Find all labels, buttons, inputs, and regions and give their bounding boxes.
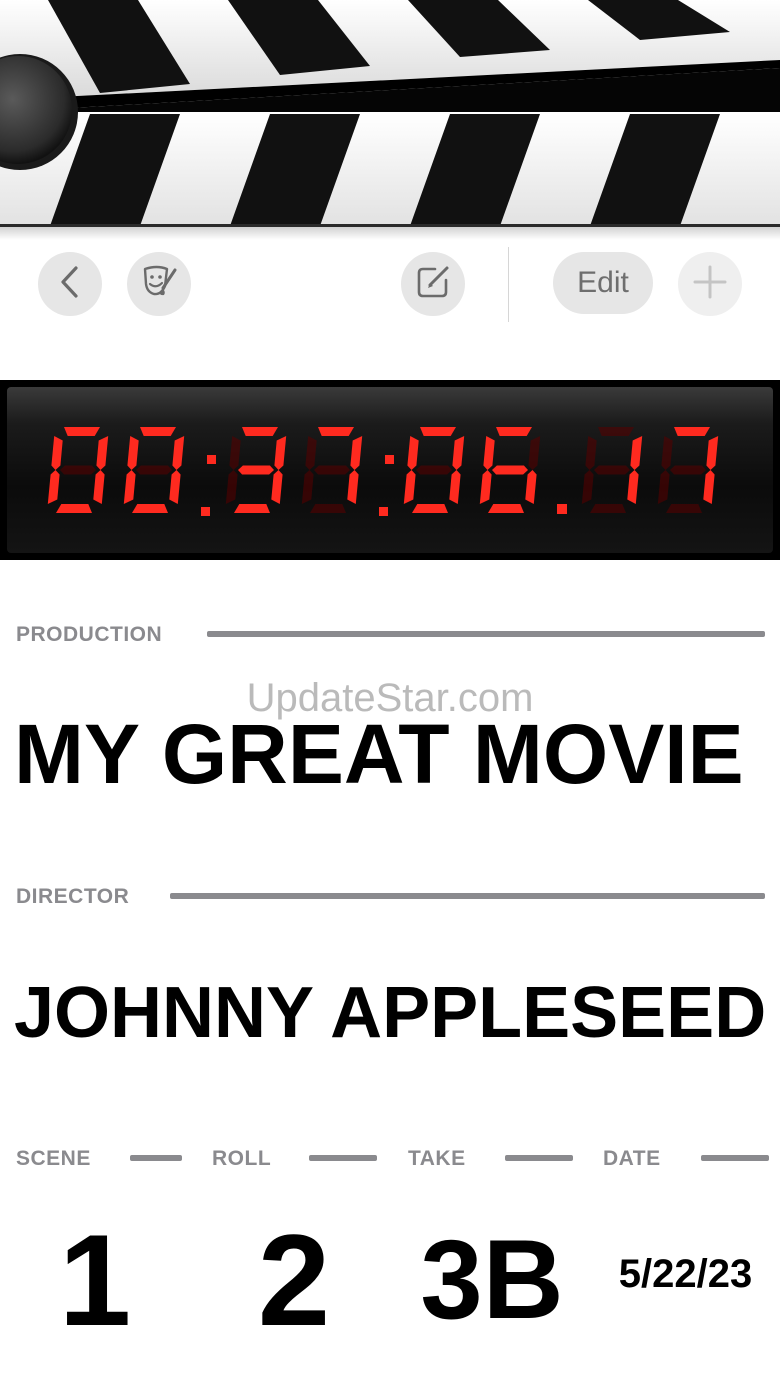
timecode-segment xyxy=(403,470,416,504)
production-rule xyxy=(207,631,765,637)
scene-value[interactable]: 1 xyxy=(40,1205,150,1355)
timecode-segment xyxy=(51,436,63,470)
timecode-segment xyxy=(585,436,597,470)
scene-label: SCENE xyxy=(16,1147,91,1170)
timecode-segment xyxy=(449,470,461,504)
timecode-segment xyxy=(627,470,639,504)
timecode-colon xyxy=(207,455,216,464)
plus-icon xyxy=(692,264,728,305)
timecode-segment xyxy=(350,436,363,470)
take-label: TAKE xyxy=(408,1147,466,1170)
timecode-segment xyxy=(670,465,706,475)
timecode-segment xyxy=(412,504,448,513)
timecode-segment xyxy=(598,427,634,436)
timecode-segment xyxy=(703,470,715,504)
timecode-segment xyxy=(594,465,630,475)
timecode-segment xyxy=(172,436,185,470)
take-value[interactable]: 3B xyxy=(412,1215,572,1344)
timecode-segment xyxy=(60,465,96,475)
timecode-segment xyxy=(242,427,278,436)
toolbar-divider xyxy=(508,247,509,322)
timecode-colon xyxy=(201,507,210,516)
timecode-segment xyxy=(492,465,528,475)
timecode-segment xyxy=(96,436,109,470)
roll-value[interactable]: 2 xyxy=(236,1205,352,1355)
timecode-segment xyxy=(271,470,283,504)
timecode-segment xyxy=(318,427,354,436)
timecode-colon xyxy=(385,455,394,464)
timecode-segment xyxy=(407,436,419,470)
timecode-segment xyxy=(234,504,270,513)
timecode-segment xyxy=(488,504,524,513)
chevron-left-icon xyxy=(55,264,85,305)
roll-label: ROLL xyxy=(212,1147,272,1170)
timecode-segment xyxy=(47,470,60,504)
scene-rule xyxy=(130,1155,182,1161)
compose-button[interactable] xyxy=(401,252,465,316)
director-label: DIRECTOR xyxy=(16,885,130,908)
roll-rule xyxy=(309,1155,377,1161)
date-label: DATE xyxy=(603,1147,661,1170)
timecode-segment xyxy=(132,504,168,513)
timecode-segment xyxy=(483,436,495,470)
timecode-segment xyxy=(64,427,100,436)
timecode-segment xyxy=(496,427,532,436)
timecode-segment xyxy=(528,436,541,470)
timecode-segment xyxy=(661,436,673,470)
production-value[interactable]: MY GREAT MOVIE xyxy=(14,706,744,803)
timecode-dot xyxy=(557,504,567,514)
theme-button[interactable] xyxy=(127,252,191,316)
clapperboard-header xyxy=(0,0,780,240)
date-value[interactable]: 5/22/23 xyxy=(608,1252,763,1297)
timecode-segment xyxy=(314,465,350,475)
timecode-segment xyxy=(93,470,105,504)
timecode-segment xyxy=(229,436,241,470)
timecode-colon xyxy=(379,507,388,516)
timecode-segment xyxy=(136,465,172,475)
timecode-segment xyxy=(581,470,594,504)
production-label: PRODUCTION xyxy=(16,623,163,646)
timecode-segment xyxy=(305,436,317,470)
timecode-segment xyxy=(420,427,456,436)
timecode-segment xyxy=(590,504,626,513)
director-rule xyxy=(170,893,765,899)
timecode-segment xyxy=(630,436,643,470)
timecode-segment xyxy=(525,470,537,504)
timecode-segment xyxy=(238,465,274,475)
back-button[interactable] xyxy=(38,252,102,316)
timecode-panel xyxy=(7,387,773,553)
take-rule xyxy=(505,1155,573,1161)
date-rule xyxy=(701,1155,769,1161)
timecode-segment xyxy=(310,504,346,513)
timecode-display xyxy=(0,380,780,560)
timecode-segment xyxy=(674,427,710,436)
timecode-segment xyxy=(657,470,670,504)
timecode-segment xyxy=(452,436,465,470)
timecode-segment xyxy=(169,470,181,504)
timecode-segment xyxy=(416,465,452,475)
timecode-segment xyxy=(347,470,359,504)
timecode-segment xyxy=(127,436,139,470)
timecode-segment xyxy=(301,470,314,504)
theater-masks-brush-icon xyxy=(139,262,179,307)
add-button[interactable] xyxy=(678,252,742,316)
edit-button[interactable]: Edit xyxy=(553,252,653,314)
timecode-segment xyxy=(666,504,702,513)
timecode-segment xyxy=(123,470,136,504)
timecode-segment xyxy=(479,470,492,504)
timecode-segment xyxy=(140,427,176,436)
compose-icon xyxy=(413,262,453,307)
timecode-segment xyxy=(56,504,92,513)
timecode-segment xyxy=(706,436,719,470)
timecode-digits xyxy=(47,427,719,516)
timecode-segment xyxy=(225,470,238,504)
director-value[interactable]: JOHNNY APPLESEED xyxy=(14,972,766,1054)
timecode-segment xyxy=(274,436,287,470)
